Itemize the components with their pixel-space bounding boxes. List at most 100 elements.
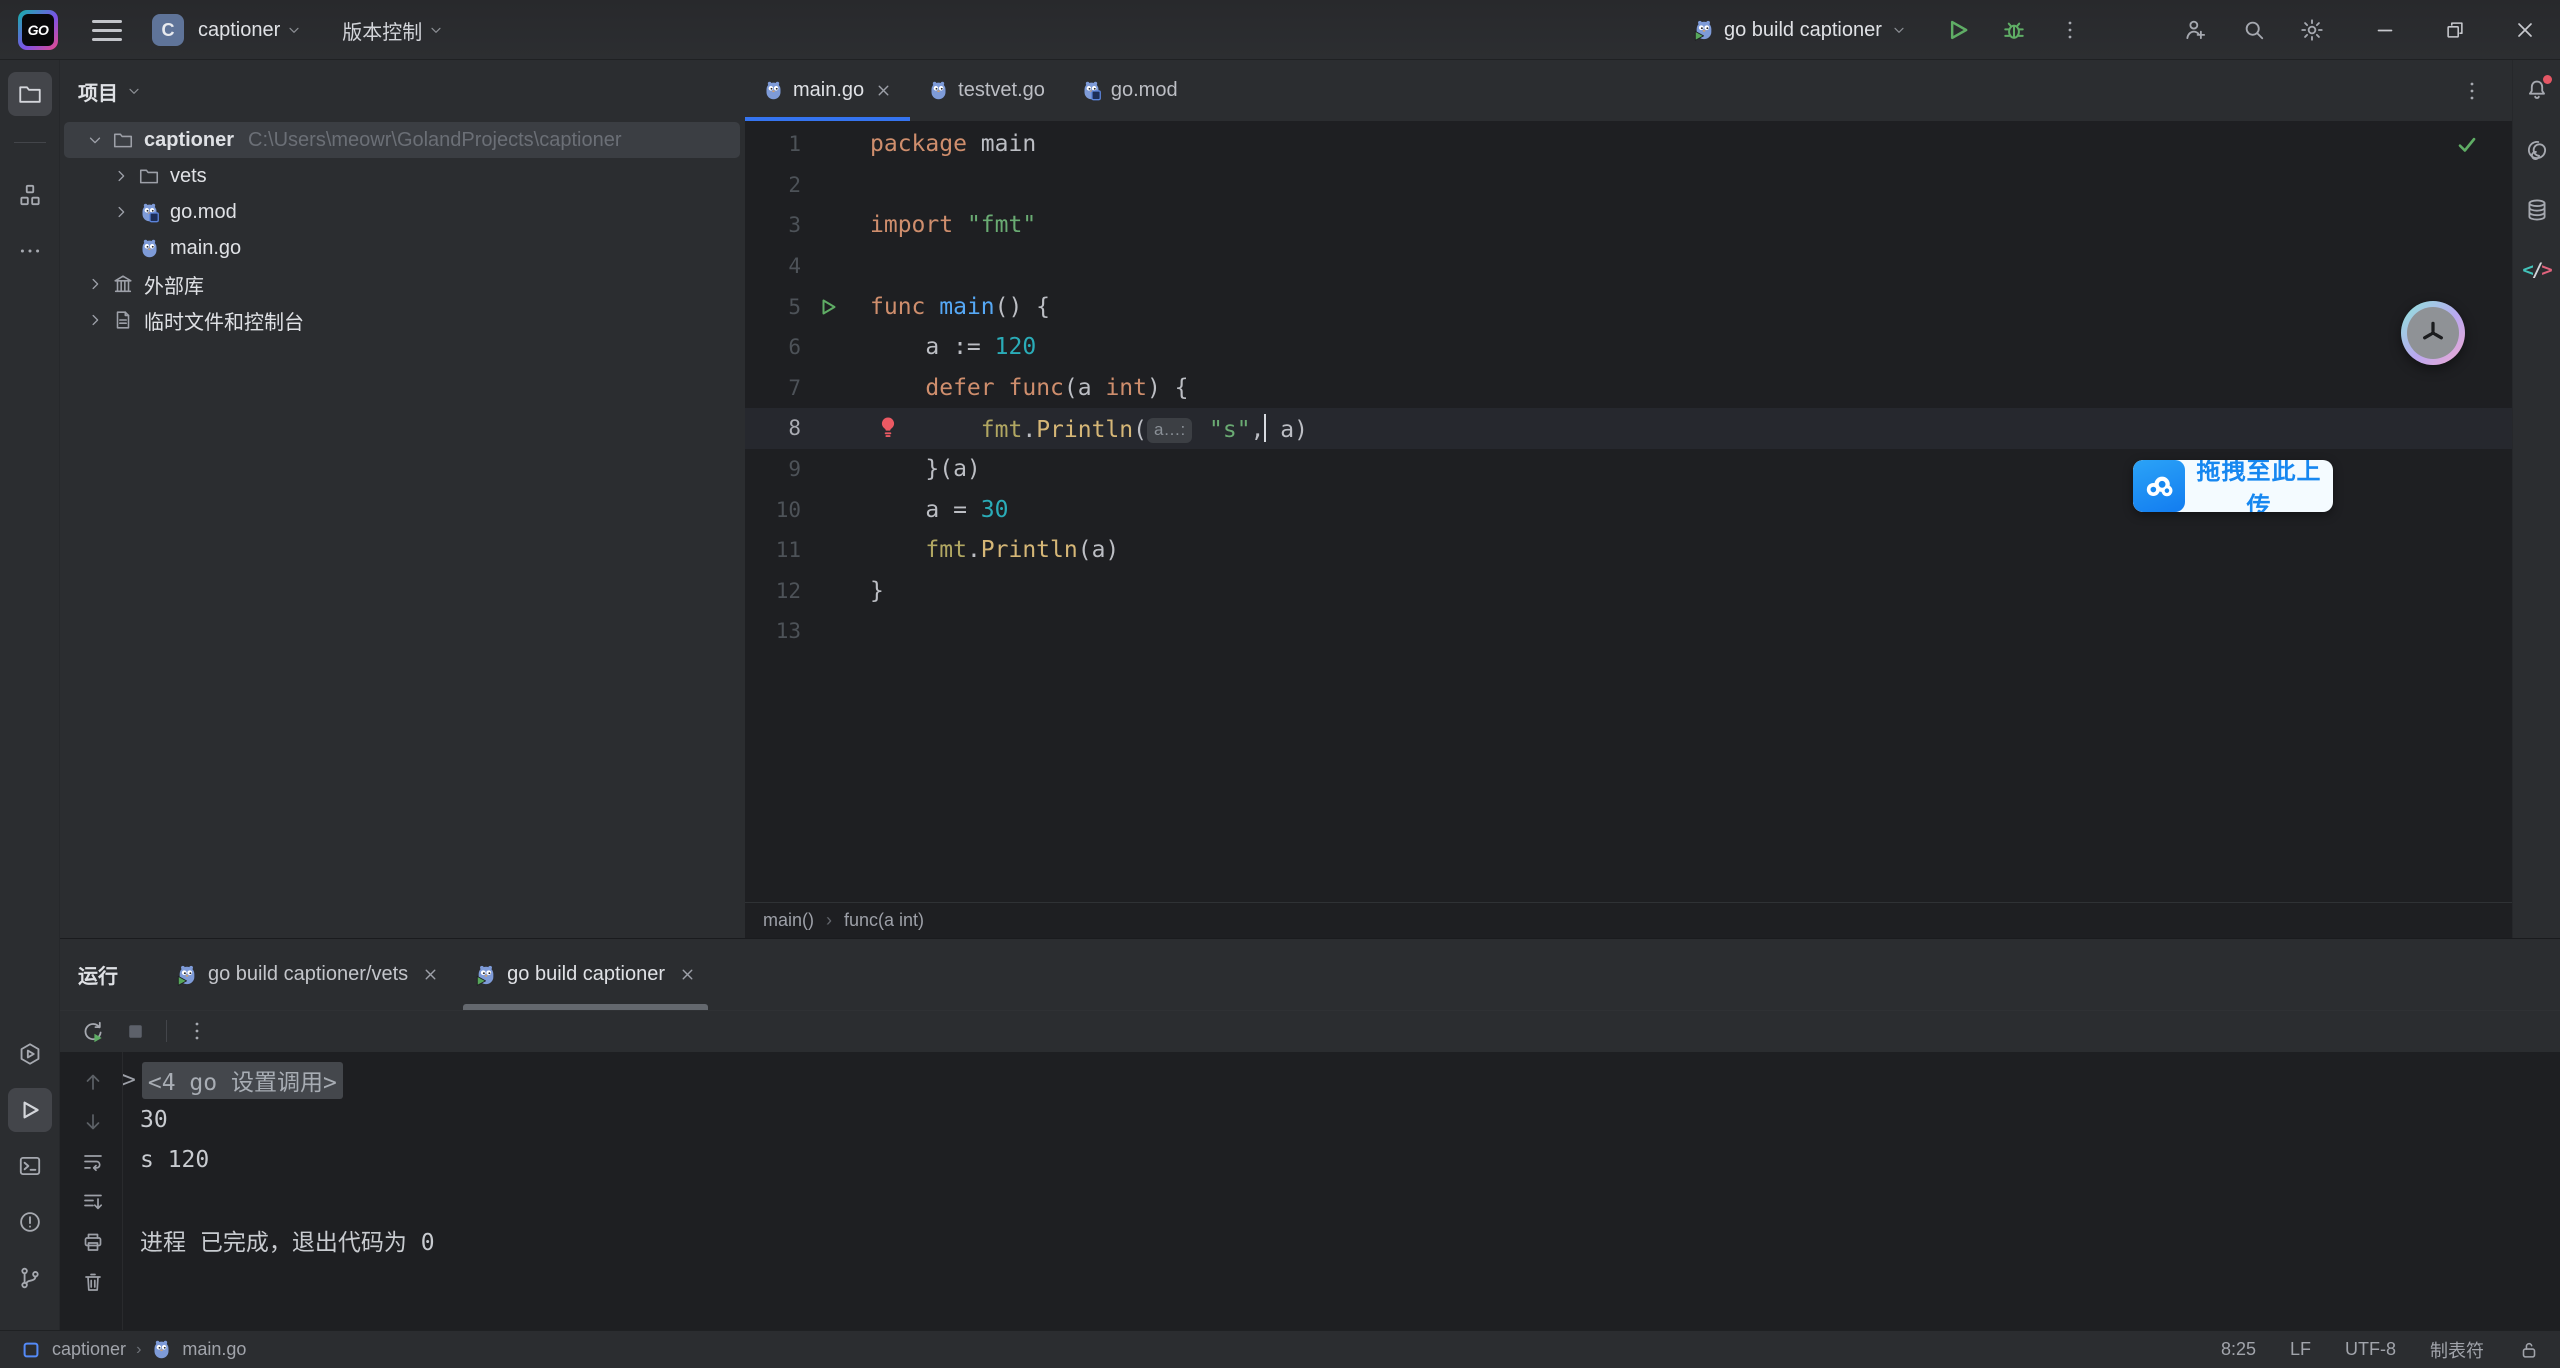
soft-wrap-button[interactable] <box>68 1142 118 1182</box>
chevron-right-icon: › <box>826 910 832 931</box>
token-kw: defer <box>925 375 994 401</box>
tool-stripe-notifications-button[interactable] <box>2515 68 2559 112</box>
project-avatar[interactable]: C <box>152 14 184 46</box>
main-menu-icon[interactable] <box>92 20 122 41</box>
tool-stripe-ai-assistant-button[interactable] <box>2515 128 2559 172</box>
tree-item-main.go[interactable]: main.go <box>60 230 745 266</box>
editor-tab-main.go[interactable]: main.go <box>745 60 910 121</box>
close-icon[interactable] <box>422 966 439 983</box>
scratch-icon <box>108 309 138 331</box>
right-tool-stripe: </> <box>2512 60 2560 938</box>
run-tab-go build captioner/vets[interactable]: go build captioner/vets <box>158 939 457 1010</box>
breadcrumb-item[interactable]: func(a int) <box>844 910 924 931</box>
tree-item-go.mod[interactable]: go.mod <box>60 194 745 230</box>
run-tab-go build captioner[interactable]: go build captioner <box>457 939 714 1010</box>
go-file-icon <box>928 80 949 101</box>
project-panel-title: 项目 <box>78 77 118 106</box>
services-icon <box>17 1041 43 1067</box>
run-button[interactable] <box>1938 10 1978 50</box>
status-file[interactable]: main.go <box>182 1339 246 1360</box>
run-tool-window: 运行 go build captioner/vetsgo build capti… <box>60 938 2560 1330</box>
code-line-12: 12} <box>745 571 2512 612</box>
close-button[interactable] <box>2490 0 2560 60</box>
scroll-down-button[interactable] <box>68 1102 118 1142</box>
tab-label: testvet.go <box>958 79 1045 102</box>
run-configuration-selector[interactable]: go build captioner <box>1693 0 1907 60</box>
status-item[interactable]: 8:25 <box>2221 1339 2256 1360</box>
editor-tab-testvet.go[interactable]: testvet.go <box>910 60 1063 121</box>
chevron-down-icon <box>126 83 142 99</box>
chevron-right-icon[interactable] <box>108 167 134 185</box>
run-panel-title[interactable]: 运行 <box>78 939 118 1010</box>
tool-stripe-terminal-button[interactable] <box>8 1144 52 1188</box>
restore-button[interactable] <box>2420 0 2490 60</box>
netdisk-cloud-icon <box>2133 460 2185 512</box>
go-file-icon <box>763 80 784 101</box>
clear-button[interactable] <box>68 1262 118 1302</box>
tree-item-临时文件和控制台[interactable]: 临时文件和控制台 <box>60 302 745 338</box>
close-icon[interactable] <box>679 966 696 983</box>
code-editor[interactable]: 1package main23import "fmt"45func main()… <box>745 121 2512 962</box>
token-call: Println <box>981 537 1078 563</box>
tool-stripe-project-folder-button[interactable] <box>8 72 52 116</box>
tree-item-vets[interactable]: vets <box>60 158 745 194</box>
tool-stripe-more-h-button[interactable] <box>8 229 52 273</box>
chevron-right-icon[interactable] <box>108 203 134 221</box>
folded-command-text[interactable]: <4 go 设置调用> <box>142 1062 343 1099</box>
screen-capture-floating-button[interactable] <box>2401 301 2465 365</box>
status-item[interactable]: LF <box>2290 1339 2311 1360</box>
project-switcher[interactable]: captioner <box>198 19 302 42</box>
code-line-8: 8 fmt.Println(a…: "s", a) <box>745 408 2512 449</box>
code-text: } <box>855 578 884 604</box>
vcs-menu[interactable]: 版本控制 <box>342 16 444 45</box>
tool-stripe-problems-button[interactable] <box>8 1200 52 1244</box>
token-str: "fmt" <box>967 212 1036 238</box>
tool-stripe-version-control-button[interactable] <box>8 1256 52 1300</box>
breadcrumb-item[interactable]: main() <box>763 910 814 931</box>
chevron-right-icon[interactable] <box>82 311 108 329</box>
tool-stripe-services-button[interactable] <box>8 1032 52 1076</box>
token-d: ) { <box>1147 375 1189 401</box>
close-icon[interactable] <box>875 82 892 99</box>
token-pkg: fmt <box>981 417 1023 443</box>
tool-stripe-database-button[interactable] <box>2515 188 2559 232</box>
lock-open-icon[interactable] <box>2518 1339 2540 1361</box>
more-v-button[interactable] <box>2050 10 2090 50</box>
status-project[interactable]: captioner <box>52 1339 126 1360</box>
more-v-button[interactable] <box>185 1019 209 1043</box>
print-button[interactable] <box>68 1222 118 1262</box>
goland-logo-icon: GO <box>18 10 58 50</box>
scroll-up-button[interactable] <box>68 1062 118 1102</box>
tool-stripe-endpoints-button[interactable]: </> <box>2515 248 2559 292</box>
editor-tab-options-icon[interactable] <box>2460 60 2484 121</box>
tree-item-外部库[interactable]: 外部库 <box>60 266 745 302</box>
run-tabs: go build captioner/vetsgo build captione… <box>158 939 714 1010</box>
console[interactable]: ><4 go 设置调用>30s 120进程 已完成，退出代码为 0 <box>60 1052 2560 1331</box>
add-user-button[interactable] <box>2167 10 2225 50</box>
gutter-run-icon[interactable] <box>801 295 855 319</box>
netdisk-upload-widget[interactable]: 拖拽至此上传 <box>2133 460 2333 512</box>
tool-stripe-run-tool-button[interactable] <box>8 1088 52 1132</box>
settings-button[interactable] <box>2283 10 2341 50</box>
token-d: (a <box>1064 375 1106 401</box>
editor-tab-go.mod[interactable]: go.mod <box>1063 60 1196 121</box>
search-button[interactable] <box>2225 10 2283 50</box>
chevron-right-icon[interactable] <box>82 275 108 293</box>
intention-bulb-icon[interactable] <box>875 414 901 440</box>
tool-stripe-structure-button[interactable] <box>8 173 52 217</box>
status-item[interactable]: UTF-8 <box>2345 1339 2396 1360</box>
stop-button[interactable] <box>123 1019 148 1044</box>
line-number: 11 <box>745 538 801 562</box>
tree-item-captioner[interactable]: captionerC:\Users\meowr\GolandProjects\c… <box>60 122 745 158</box>
project-panel-header[interactable]: 项目 <box>60 60 745 122</box>
inspections-ok-icon[interactable] <box>2454 131 2480 157</box>
debug-button[interactable] <box>1994 10 2034 50</box>
token-d: }(a) <box>870 456 981 482</box>
problems-icon <box>17 1209 43 1235</box>
rerun-button[interactable] <box>80 1019 105 1044</box>
status-item[interactable]: 制表符 <box>2430 1337 2484 1363</box>
minimize-button[interactable] <box>2350 0 2420 60</box>
chevron-down-icon[interactable] <box>82 131 108 149</box>
scroll-to-end-button[interactable] <box>68 1182 118 1222</box>
line-number: 12 <box>745 579 801 603</box>
